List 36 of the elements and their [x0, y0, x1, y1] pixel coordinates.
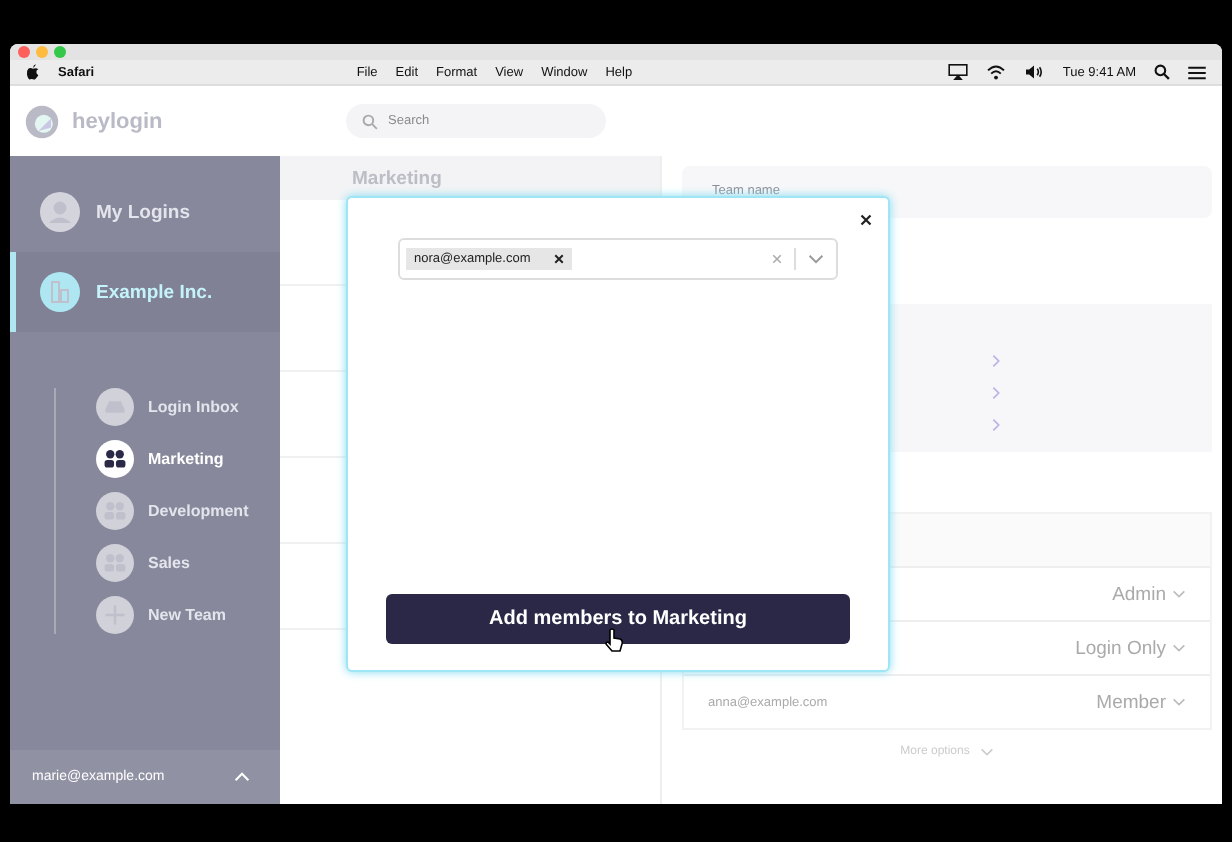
people-icon: [96, 492, 134, 530]
wifi-icon[interactable]: [986, 64, 1007, 80]
role-dropdown[interactable]: Login Only: [1075, 637, 1186, 659]
chevron-down-icon: [1172, 698, 1186, 706]
hand-cursor-icon: [604, 628, 624, 652]
team-item[interactable]: Login Inbox: [96, 388, 280, 426]
list-icon[interactable]: [1188, 65, 1207, 79]
sidebar-item[interactable]: Example Inc.: [10, 252, 280, 332]
chevron-down-icon: [1172, 590, 1186, 598]
team-item[interactable]: New Team: [96, 596, 280, 634]
plus-icon: [96, 596, 134, 634]
inbox-icon: [96, 388, 134, 426]
user-icon: [40, 192, 80, 232]
add-members-button[interactable]: Add members to Marketing: [386, 594, 850, 644]
sidebar-item[interactable]: My Logins: [10, 172, 280, 252]
role-dropdown[interactable]: Admin: [1112, 583, 1186, 605]
apple-icon[interactable]: [26, 64, 40, 80]
logo-icon: [24, 103, 60, 139]
role-dropdown[interactable]: Member: [1096, 691, 1186, 713]
chevron-down-icon: [979, 748, 994, 756]
airplay-icon[interactable]: [948, 64, 969, 80]
people-icon: [96, 544, 134, 582]
team-item[interactable]: Development: [96, 492, 280, 530]
team-item[interactable]: Sales: [96, 544, 280, 582]
chevron-down-icon[interactable]: [808, 254, 824, 264]
team-item[interactable]: Marketing: [96, 440, 280, 478]
search-icon: [362, 113, 378, 129]
close-icon[interactable]: [860, 214, 872, 226]
volume-icon[interactable]: [1024, 64, 1045, 80]
people-icon: [96, 440, 134, 478]
remove-icon[interactable]: [554, 254, 565, 264]
search-icon[interactable]: [1154, 64, 1171, 80]
app-logo: heylogin: [72, 109, 163, 133]
chevron-up-icon: [234, 772, 250, 782]
buildings-icon: [40, 272, 80, 312]
chevron-down-icon: [1172, 644, 1186, 652]
